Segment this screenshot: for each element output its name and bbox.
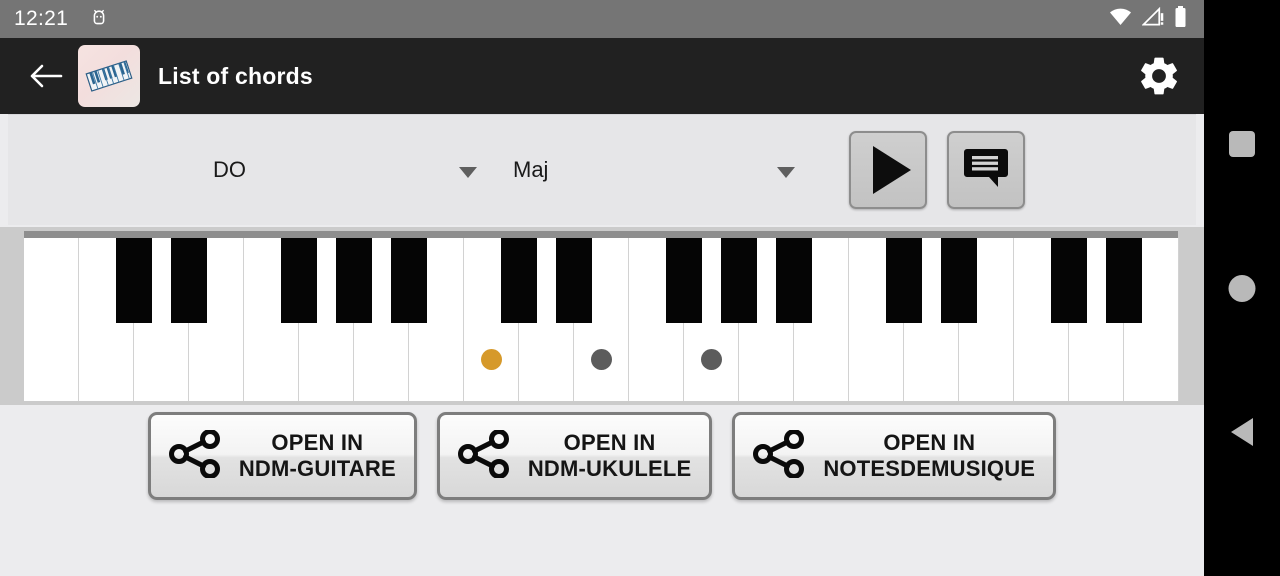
- piano-keyboard-app-icon: [78, 45, 140, 107]
- piano-black-key[interactable]: [1051, 238, 1087, 323]
- piano-white-key[interactable]: [24, 238, 79, 401]
- share-icon: [168, 428, 223, 483]
- open-in-button-row: OPEN IN NDM-GUITARE OPEN IN NDM-UKULELE OP…: [0, 412, 1204, 500]
- piano-top-strip: [24, 231, 1178, 238]
- gear-icon[interactable]: [1136, 53, 1182, 99]
- piano-black-key[interactable]: [1106, 238, 1142, 323]
- piano-black-key[interactable]: [721, 238, 757, 323]
- chord-type-spinner[interactable]: Maj: [513, 142, 799, 198]
- app-bar: List of chords: [0, 38, 1204, 114]
- status-bar-clock: 12:21: [14, 7, 69, 30]
- status-bar: 12:21: [0, 0, 1204, 38]
- share-icon: [457, 428, 512, 483]
- square-recents-icon[interactable]: [1229, 131, 1255, 157]
- phone-content: 12:21 List of chords DO Maj OPEN IN NDM-…: [0, 0, 1204, 576]
- chevron-down-icon: [777, 167, 795, 178]
- back-arrow-icon[interactable]: [20, 62, 72, 90]
- piano-note-marker: [481, 349, 502, 370]
- piano-black-key[interactable]: [941, 238, 977, 323]
- piano-keyboard-area: [0, 227, 1204, 405]
- note-spinner[interactable]: DO: [213, 142, 481, 198]
- piano-black-key[interactable]: [501, 238, 537, 323]
- note-spinner-value: DO: [213, 157, 246, 182]
- piano-black-key[interactable]: [336, 238, 372, 323]
- share-icon: [753, 428, 807, 483]
- chevron-down-icon: [459, 167, 477, 178]
- chord-selector-bar: DO Maj: [8, 114, 1196, 225]
- play-button[interactable]: [849, 131, 927, 209]
- page-title: List of chords: [158, 62, 313, 89]
- open-in-button[interactable]: OPEN IN NOTESDEMUSIQUE: [732, 412, 1057, 500]
- piano-keyboard[interactable]: [24, 231, 1179, 401]
- phone-screenshot: 12:21 List of chords DO Maj OPEN IN NDM-…: [0, 0, 1280, 576]
- cellular-signal-warning-icon: [1141, 6, 1165, 32]
- android-head-icon: [88, 8, 110, 30]
- triangle-back-icon[interactable]: [1231, 418, 1253, 446]
- open-in-button-label: OPEN IN NDM-GUITARE: [238, 430, 396, 481]
- piano-black-key[interactable]: [666, 238, 702, 323]
- piano-black-key[interactable]: [116, 238, 152, 323]
- open-in-button[interactable]: OPEN IN NDM-GUITARE: [147, 412, 417, 500]
- open-in-button-label: OPEN IN NDM-UKULELE: [527, 430, 692, 481]
- piano-note-marker: [701, 349, 722, 370]
- comment-bubble-icon: [963, 146, 1009, 195]
- open-in-button[interactable]: OPEN IN NDM-UKULELE: [436, 412, 713, 500]
- circle-home-icon[interactable]: [1228, 275, 1256, 302]
- wifi-icon: [1108, 7, 1133, 32]
- open-in-button-label: OPEN IN NOTESDEMUSIQUE: [823, 430, 1036, 481]
- play-icon: [873, 146, 911, 194]
- piano-black-key[interactable]: [281, 238, 317, 323]
- piano-black-key[interactable]: [391, 238, 427, 323]
- piano-black-key[interactable]: [886, 238, 922, 323]
- piano-black-key[interactable]: [171, 238, 207, 323]
- chord-type-spinner-value: Maj: [513, 157, 549, 182]
- chord-info-button[interactable]: [947, 131, 1025, 209]
- piano-black-key[interactable]: [776, 238, 812, 323]
- piano-note-marker: [591, 349, 612, 370]
- status-bar-icons: [1108, 5, 1187, 33]
- piano-black-key[interactable]: [556, 238, 592, 323]
- android-navigation-bar: [1204, 0, 1280, 576]
- battery-icon: [1174, 5, 1187, 33]
